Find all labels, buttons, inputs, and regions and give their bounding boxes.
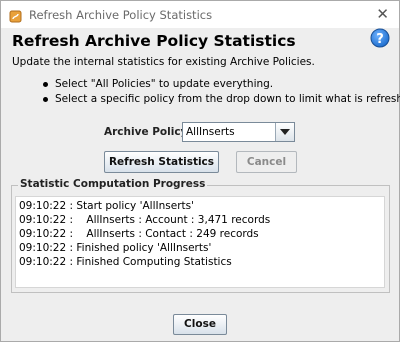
archive-policy-label: Archive Policy: xyxy=(104,126,192,138)
log-line: 09:10:22 : Start policy 'AllInserts' xyxy=(19,200,194,212)
list-item: Select a specific policy from the drop d… xyxy=(43,93,400,108)
instruction-text: Select "All Policies" to update everythi… xyxy=(55,78,274,90)
progress-group: Statistic Computation Progress 09:10:22 … xyxy=(11,178,390,293)
instruction-text: Select a specific policy from the drop d… xyxy=(55,93,400,105)
dialog-window: Refresh Archive Policy Statistics ✕ Refr… xyxy=(0,0,400,342)
java-app-icon xyxy=(9,8,22,23)
log-line: 09:10:22 : Finished Computing Statistics xyxy=(19,256,232,268)
log-line: 09:10:22 : Finished policy 'AllInserts' xyxy=(19,242,212,254)
archive-policy-value: AllInserts xyxy=(186,126,235,138)
bullet-icon xyxy=(43,82,48,87)
dialog-heading: Refresh Archive Policy Statistics xyxy=(12,32,296,50)
instruction-list: Select "All Policies" to update everythi… xyxy=(43,78,400,108)
list-item: Select "All Policies" to update everythi… xyxy=(43,78,400,93)
cancel-button[interactable]: Cancel xyxy=(236,151,297,173)
title-bar: Refresh Archive Policy Statistics ✕ xyxy=(1,1,399,28)
progress-log[interactable]: 09:10:22 : Start policy 'AllInserts' 09:… xyxy=(15,196,385,288)
bullet-icon xyxy=(43,97,48,102)
close-button[interactable]: Close xyxy=(173,314,227,335)
log-line: 09:10:22 : AllInserts : Contact : 249 re… xyxy=(19,228,259,240)
refresh-statistics-button[interactable]: Refresh Statistics xyxy=(104,151,219,173)
progress-group-title: Statistic Computation Progress xyxy=(18,178,208,190)
chevron-down-icon[interactable] xyxy=(275,123,294,141)
log-line: 09:10:22 : AllInserts : Account : 3,471 … xyxy=(19,214,271,226)
help-icon[interactable]: ? xyxy=(370,28,390,48)
close-icon[interactable]: ✕ xyxy=(376,5,389,23)
dialog-description: Update the internal statistics for exist… xyxy=(12,56,315,68)
window-title: Refresh Archive Policy Statistics xyxy=(29,8,213,22)
archive-policy-select[interactable]: AllInserts xyxy=(182,122,295,142)
svg-text:?: ? xyxy=(376,32,384,47)
